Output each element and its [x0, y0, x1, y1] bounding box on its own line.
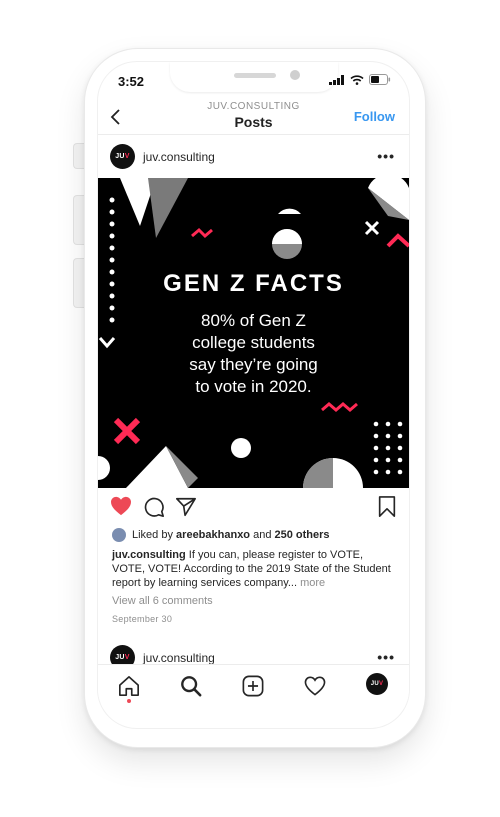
notch — [170, 62, 338, 92]
comment-icon[interactable] — [143, 496, 165, 518]
post-date: September 30 — [112, 614, 173, 624]
front-camera — [290, 70, 300, 80]
more-options-icon[interactable]: ••• — [377, 148, 395, 164]
liker-avatar — [112, 528, 126, 542]
caption-username[interactable]: juv.consulting — [112, 549, 186, 561]
liked-by-prefix: Liked by — [132, 529, 173, 541]
follow-button[interactable]: Follow — [354, 109, 395, 124]
avatar-logo-accent: V — [124, 654, 130, 661]
home-notification-dot — [127, 699, 131, 703]
post-actions — [98, 490, 409, 526]
phone-screen: 3:52 JUV.CONSULTING Posts Follow JU V juv… — [97, 61, 410, 729]
image-line: to vote in 2020. — [195, 377, 312, 396]
post-image[interactable]: GEN Z FACTS 80% of Gen Z college student… — [98, 178, 409, 488]
status-icons — [329, 74, 391, 85]
post-username[interactable]: juv.consulting — [143, 150, 215, 164]
image-statement: 80% of Gen Z college students say they’r… — [138, 310, 369, 398]
avatar-logo-accent: V — [378, 681, 384, 687]
image-line: college students — [192, 333, 315, 352]
new-post-icon[interactable] — [242, 675, 264, 697]
speaker — [234, 73, 276, 78]
liked-by-and: and — [253, 529, 272, 541]
next-post-username[interactable]: juv.consulting — [143, 651, 215, 665]
liked-by-line: Liked by areebakhanxo and 250 others — [112, 528, 330, 542]
avatar-logo-accent: V — [124, 153, 130, 160]
view-comments-link[interactable]: View all 6 comments — [112, 595, 213, 607]
profile-tab-avatar[interactable]: JU V — [366, 673, 388, 695]
likes-count[interactable]: 250 others — [275, 529, 330, 541]
heart-filled-icon[interactable] — [110, 496, 132, 516]
top-navigation: JUV.CONSULTING Posts Follow — [98, 98, 409, 135]
avatar-logo-text: JU — [370, 681, 379, 687]
share-icon[interactable] — [175, 496, 197, 518]
signal-icon — [329, 74, 344, 85]
status-time: 3:52 — [118, 74, 145, 89]
avatar-logo-text: JU — [115, 654, 125, 661]
avatar[interactable]: JU V — [110, 144, 135, 169]
bookmark-icon[interactable] — [377, 496, 397, 518]
image-line: 80% of Gen Z — [201, 311, 306, 330]
next-post-more-options-icon[interactable]: ••• — [377, 649, 395, 665]
bottom-tab-bar: JU V — [98, 664, 409, 709]
post-caption: juv.consulting If you can, please regist… — [112, 548, 392, 590]
activity-heart-icon[interactable] — [304, 676, 326, 696]
caption-more-link[interactable]: more — [297, 577, 325, 589]
battery-icon — [369, 74, 391, 85]
home-icon[interactable] — [118, 675, 140, 697]
image-line: say they’re going — [189, 355, 318, 374]
liker-username[interactable]: areebakhanxo — [176, 529, 250, 541]
avatar-logo-text: JU — [115, 153, 125, 160]
image-headline: GEN Z FACTS — [163, 270, 344, 297]
wifi-icon — [350, 74, 364, 85]
search-icon[interactable] — [180, 675, 202, 697]
